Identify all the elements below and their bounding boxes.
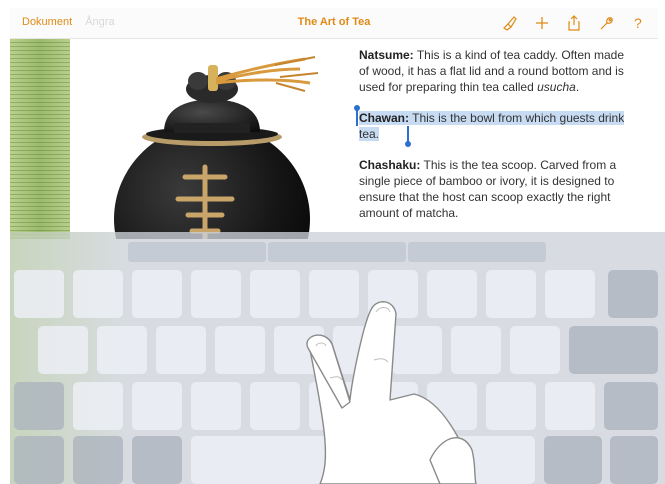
key[interactable] [215, 326, 265, 374]
key[interactable] [14, 270, 64, 318]
key[interactable] [191, 270, 241, 318]
globe-key[interactable] [73, 436, 123, 484]
brush-icon[interactable] [494, 11, 526, 35]
key[interactable] [73, 382, 123, 430]
selection-start-handle[interactable] [354, 105, 360, 126]
shift-key-left[interactable] [14, 382, 64, 430]
key[interactable] [38, 326, 88, 374]
key[interactable] [97, 326, 147, 374]
document-canvas[interactable]: Natsume: This is a kind of tea caddy. Of… [10, 39, 658, 239]
prediction-slot-3[interactable] [408, 242, 546, 262]
key[interactable] [156, 326, 206, 374]
shift-key-right[interactable] [604, 382, 658, 430]
prediction-slot-1[interactable] [128, 242, 266, 262]
hide-keyboard-key[interactable] [610, 436, 658, 484]
tatami-mat-image [10, 39, 70, 239]
prediction-slot-2[interactable] [268, 242, 406, 262]
paragraph-chawan: Chawan: This is the bowl from which gues… [359, 110, 627, 142]
tea-caddy-photo[interactable] [100, 39, 350, 239]
term-chawan: Chawan: [359, 111, 410, 125]
svg-text:?: ? [634, 15, 642, 31]
backspace-key[interactable] [608, 270, 658, 318]
selection-end-handle[interactable] [405, 126, 411, 147]
share-icon[interactable] [558, 11, 590, 35]
key[interactable] [545, 270, 595, 318]
toolbar-right: ? [494, 11, 654, 35]
numbers-key-right[interactable] [544, 436, 602, 484]
plus-icon[interactable] [526, 11, 558, 35]
return-key[interactable] [569, 326, 658, 374]
wrench-icon[interactable] [590, 11, 622, 35]
term-chashaku: Chashaku: [359, 158, 421, 172]
key[interactable] [545, 382, 595, 430]
help-icon[interactable]: ? [622, 11, 654, 35]
key[interactable] [191, 382, 241, 430]
selected-text[interactable]: Chawan: This is the bowl from which gues… [359, 111, 625, 141]
toolbar: Dokument Ångra The Art of Tea ? [10, 8, 658, 39]
text-column[interactable]: Natsume: This is a kind of tea caddy. Of… [354, 47, 627, 236]
paragraph-chashaku: Chashaku: This is the tea scoop. Carved … [359, 158, 617, 220]
key[interactable] [132, 382, 182, 430]
paragraph-natsume: Natsume: This is a kind of tea caddy. Of… [359, 48, 625, 94]
term-natsume: Natsume: [359, 48, 414, 62]
numbers-key[interactable] [14, 436, 64, 484]
two-finger-hand-illustration [306, 301, 477, 484]
key[interactable] [73, 270, 123, 318]
key[interactable] [132, 270, 182, 318]
dictation-key[interactable] [132, 436, 182, 484]
